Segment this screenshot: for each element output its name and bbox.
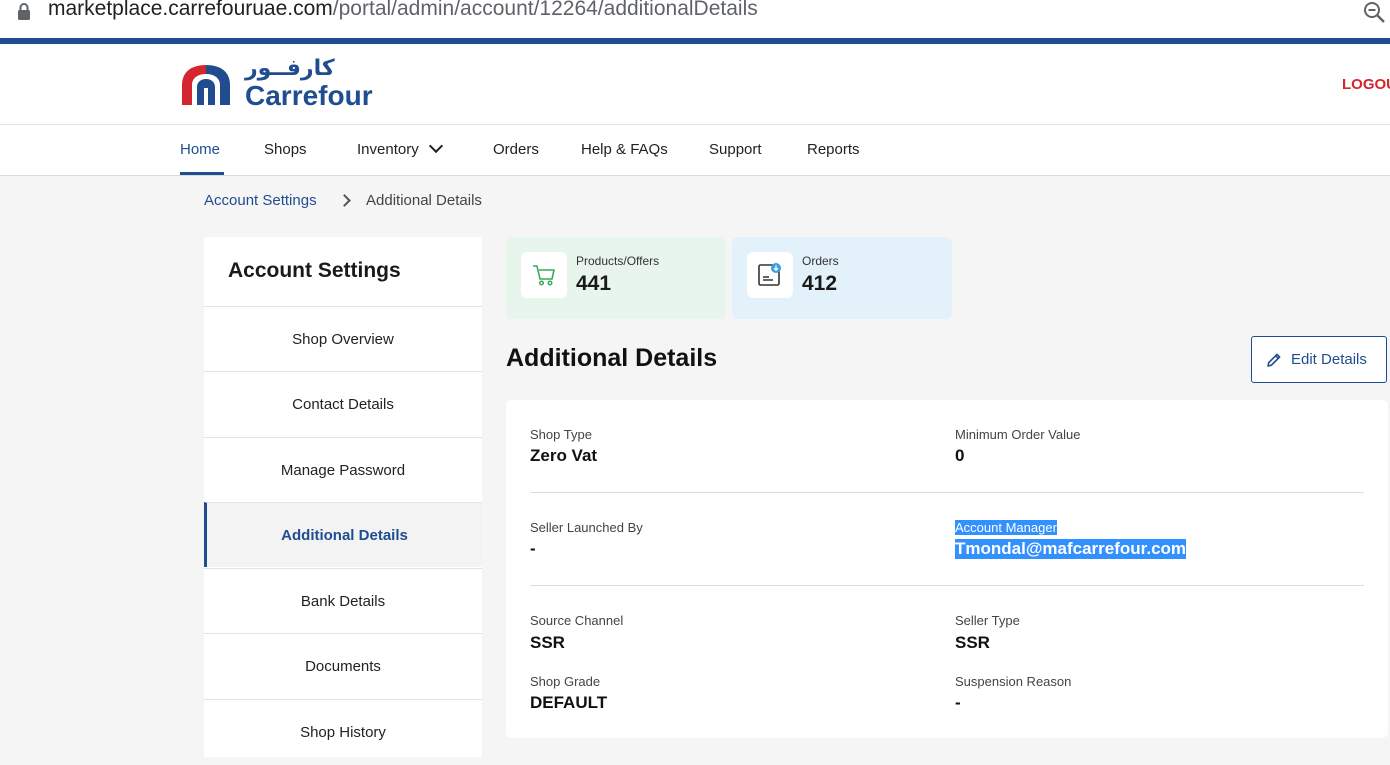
edit-details-button[interactable]: Edit Details bbox=[1251, 336, 1387, 383]
seller-type-value: SSR bbox=[955, 633, 990, 652]
min-order-value-label: Minimum Order Value bbox=[955, 427, 1081, 442]
shop-grade-label: Shop Grade bbox=[530, 674, 601, 689]
nav-support[interactable]: Support bbox=[709, 141, 762, 158]
site-header: كارفــور Carrefour LOGOU bbox=[0, 44, 1390, 125]
chevron-down-icon bbox=[428, 138, 443, 154]
sidebar-item-additional-details[interactable]: Additional Details bbox=[204, 502, 482, 567]
chevron-right-icon bbox=[338, 194, 351, 207]
min-order-value-value: 0 bbox=[955, 446, 965, 465]
divider bbox=[530, 492, 1364, 493]
stat-icon-box bbox=[747, 252, 793, 298]
shop-type-value: Zero Vat bbox=[530, 446, 598, 465]
source-channel-value: SSR bbox=[530, 633, 565, 652]
url-path: /portal/admin/account/12264/additionalDe… bbox=[332, 0, 758, 20]
browser-url-bar[interactable]: marketplace.carrefouruae.com/portal/admi… bbox=[0, 0, 1390, 38]
breadcrumb-current: Additional Details bbox=[366, 192, 482, 209]
stat-icon-box bbox=[521, 252, 567, 298]
pencil-icon bbox=[1267, 353, 1281, 367]
orders-box-icon bbox=[758, 263, 781, 286]
logo-arabic-text: كارفــور bbox=[245, 56, 335, 81]
nav-inventory-label: Inventory bbox=[357, 141, 419, 158]
account-manager-label: Account Manager bbox=[955, 520, 1057, 535]
cart-icon bbox=[533, 265, 555, 286]
stat-value-orders: 412 bbox=[802, 272, 838, 295]
nav-inventory[interactable]: Inventory bbox=[357, 138, 443, 158]
stat-label-orders: Orders bbox=[802, 254, 839, 268]
account-manager-value: Tmondal@mafcarrefour.com bbox=[955, 539, 1187, 559]
sidebar-item-manage-password[interactable]: Manage Password bbox=[204, 437, 482, 502]
sidebar-item-contact-details[interactable]: Contact Details bbox=[204, 371, 482, 436]
seller-launched-by-label: Seller Launched By bbox=[530, 520, 643, 535]
seller-type-label: Seller Type bbox=[955, 613, 1020, 628]
sidebar-item-bank-details[interactable]: Bank Details bbox=[204, 568, 482, 633]
main-nav: Home Shops Inventory Orders Help & FAQs … bbox=[0, 125, 1390, 176]
seller-launched-by-value: - bbox=[530, 539, 536, 558]
sidebar-item-shop-overview[interactable]: Shop Overview bbox=[204, 306, 482, 371]
nav-orders[interactable]: Orders bbox=[493, 141, 539, 158]
nav-active-indicator bbox=[180, 172, 224, 175]
sidebar-item-documents[interactable]: Documents bbox=[204, 633, 482, 698]
page-title: Additional Details bbox=[506, 344, 718, 372]
additional-details-panel: Shop Type Zero Vat Minimum Order Value 0… bbox=[506, 400, 1388, 738]
nav-help-faqs[interactable]: Help & FAQs bbox=[581, 141, 668, 158]
lock-icon bbox=[18, 3, 30, 20]
sidebar-title: Account Settings bbox=[228, 259, 401, 282]
shop-grade-value: DEFAULT bbox=[530, 693, 608, 712]
sidebar-item-shop-history[interactable]: Shop History bbox=[204, 699, 482, 764]
divider bbox=[530, 585, 1364, 586]
nav-shops[interactable]: Shops bbox=[264, 141, 307, 158]
nav-reports[interactable]: Reports bbox=[807, 141, 860, 158]
zoom-icon[interactable] bbox=[1362, 0, 1386, 24]
account-settings-sidebar: Account Settings Shop Overview Contact D… bbox=[204, 237, 482, 757]
suspension-reason-value: - bbox=[955, 693, 961, 712]
edit-details-label: Edit Details bbox=[1291, 351, 1367, 368]
carrefour-logo-icon[interactable] bbox=[180, 61, 232, 107]
source-channel-label: Source Channel bbox=[530, 613, 624, 628]
shop-type-label: Shop Type bbox=[530, 427, 592, 442]
url-text[interactable]: marketplace.carrefouruae.com/portal/admi… bbox=[48, 0, 758, 21]
logout-link[interactable]: LOGOU bbox=[1342, 76, 1390, 93]
stat-card-products[interactable]: Products/Offers 441 bbox=[506, 237, 726, 319]
stat-value-products: 441 bbox=[576, 272, 612, 295]
breadcrumb-account-settings[interactable]: Account Settings bbox=[204, 192, 317, 209]
suspension-reason-label: Suspension Reason bbox=[955, 674, 1072, 689]
stat-card-orders[interactable]: Orders 412 bbox=[732, 237, 952, 319]
url-host: marketplace.carrefouruae.com bbox=[48, 0, 333, 20]
nav-home[interactable]: Home bbox=[180, 141, 220, 158]
logo-text[interactable]: Carrefour bbox=[245, 80, 373, 112]
stat-label-products: Products/Offers bbox=[576, 254, 660, 268]
